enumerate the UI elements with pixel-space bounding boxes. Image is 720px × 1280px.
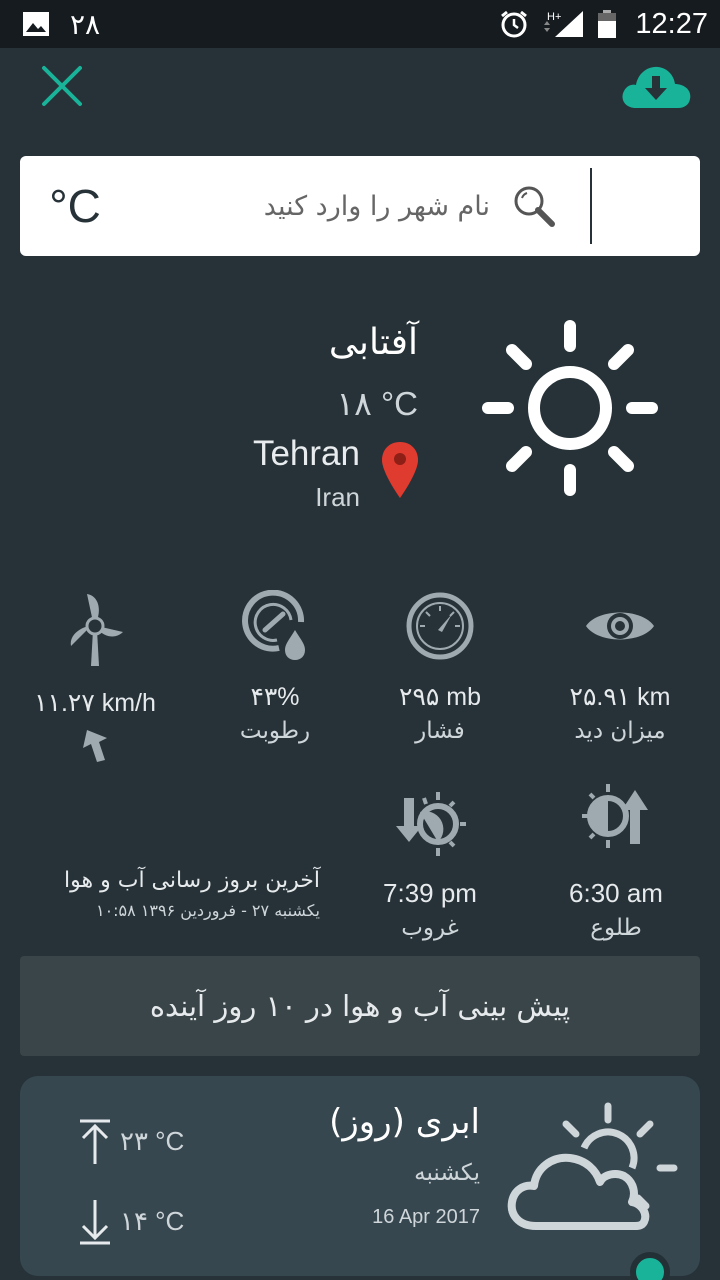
toolbar — [0, 48, 720, 132]
sunrise-stat: 6:30 am طلوع — [536, 780, 696, 941]
humidity-gauge-icon — [242, 590, 305, 660]
sunset-stat: 7:39 pm غروب — [350, 788, 510, 941]
network-type: H+ — [547, 11, 561, 23]
pressure-label: فشار — [415, 718, 465, 744]
sunrise-time: 6:30 am — [569, 878, 663, 908]
current-condition: آفتابی — [328, 322, 418, 363]
last-update: آخرین بروز رسانی آب و هوا یکشنبه ۲۷ - فر… — [20, 868, 320, 920]
day-weekday: یکشنبه — [414, 1160, 480, 1186]
cloud-download-icon[interactable] — [618, 56, 694, 116]
unit-toggle-button[interactable]: °C — [20, 156, 130, 256]
close-icon[interactable] — [38, 62, 86, 110]
ten-day-forecast-button[interactable]: پیش بینی آب و هوا در ۱۰ روز آینده — [20, 956, 700, 1056]
sunset-time: 7:39 pm — [383, 878, 477, 908]
current-temperature: ۱۸ °C — [336, 385, 418, 422]
battery-icon — [598, 10, 617, 38]
clock: 12:27 — [635, 7, 708, 40]
image-notification-icon — [23, 12, 49, 36]
signal-icon: H+ — [544, 11, 584, 37]
wind-stat: ۱۱.۲۷ km/h — [20, 590, 170, 764]
last-update-title: آخرین بروز رسانی آب و هوا — [64, 868, 320, 893]
humidity-stat: ۴۳% رطوبت — [200, 590, 350, 744]
pressure-gauge-icon — [406, 592, 474, 660]
alarm-icon — [501, 10, 528, 38]
forecast-day-card[interactable]: ابری (روز) یکشنبه 16 Apr 2017 ۲۳ °C ۱۴ °… — [20, 1076, 700, 1276]
pressure-value: ۲۹۵ mb — [399, 683, 481, 711]
visibility-label: میزان دید — [574, 718, 666, 744]
day-min-temp: ۱۴ °C — [120, 1206, 185, 1236]
city-search-input[interactable] — [140, 176, 490, 236]
max-temp-arrow-icon — [80, 1119, 110, 1164]
wind-direction-arrow-icon — [83, 730, 107, 762]
day-condition: ابری (روز) — [329, 1102, 480, 1142]
visibility-value: ۲۵.۹۱ km — [569, 683, 671, 711]
search-icon[interactable] — [510, 182, 558, 230]
sunset-label: غروب — [401, 915, 459, 941]
notification-count: ۲۸ — [70, 8, 101, 40]
humidity-label: رطوبت — [239, 718, 311, 744]
sunrise-icon — [582, 784, 648, 848]
wind-turbine-icon — [70, 594, 123, 666]
day-date: 16 Apr 2017 — [372, 1206, 480, 1228]
last-update-date: یکشنبه ۲۷ - فروردین ۱۳۹۶ ۱۰:۵۸ — [95, 901, 320, 920]
divider — [590, 168, 592, 244]
country-name: Iran — [315, 482, 360, 512]
sunrise-label: طلوع — [590, 915, 642, 941]
location-pin-icon — [382, 442, 418, 498]
humidity-value: ۴۳% — [250, 683, 300, 711]
search-bar: °C — [20, 156, 700, 256]
status-bar: ۲۸ H+ 12:27 — [0, 0, 720, 48]
day-max-temp: ۲۳ °C — [120, 1126, 185, 1156]
pressure-stat: ۲۹۵ mb فشار — [365, 590, 515, 744]
city-name: Tehran — [252, 434, 360, 473]
sun-icon — [482, 320, 658, 496]
sunset-icon — [396, 792, 466, 856]
partly-cloudy-icon — [507, 1102, 678, 1230]
min-temp-arrow-icon — [80, 1200, 110, 1245]
eye-icon — [586, 612, 654, 640]
visibility-stat: ۲۵.۹۱ km میزان دید — [540, 590, 700, 744]
wind-speed: ۱۱.۲۷ km/h — [34, 689, 156, 717]
